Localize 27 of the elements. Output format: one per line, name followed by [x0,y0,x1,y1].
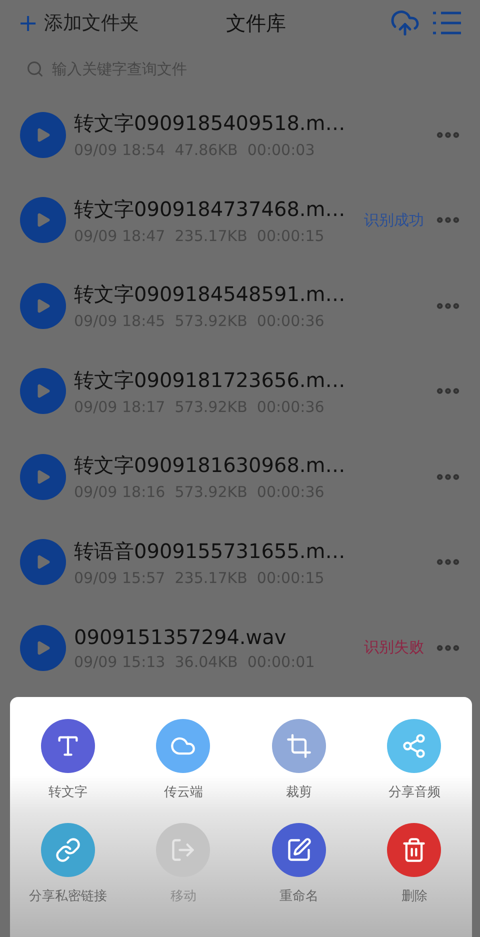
play-button[interactable] [20,368,66,414]
play-button[interactable] [20,282,66,329]
action-label: 重命名 [279,888,318,905]
play-button[interactable] [20,539,66,586]
action-label: 分享音频 [388,784,440,801]
play-button[interactable] [20,454,66,500]
search-icon [26,60,44,78]
file-name: 0909151357294.wav [74,624,288,649]
file-name: 转文字0909181723656.m… [74,366,346,394]
page-title: 文件库 [225,10,287,36]
action-label: 移动 [170,888,196,905]
file-name: 转文字0909185409518.m… [74,110,346,138]
file-name: 转语音0909155731655.m… [74,538,346,565]
file-name: 转文字0909181630968.m… [74,452,346,480]
action-label: 裁剪 [286,784,312,801]
status-label: 识别成功 [364,210,424,230]
file-name: 转文字0909184548591.m… [74,281,346,308]
play-button[interactable] [20,624,66,671]
action-label: 传云端 [164,784,203,801]
action-label: 分享私密链接 [28,888,107,905]
add-folder-button[interactable]: + 添加文件夹 [18,9,168,37]
status-label: 识别失败 [364,638,424,658]
play-button[interactable] [20,112,66,158]
action-label: 转文字 [48,784,88,801]
file-name: 转文字0909184737468.m… [74,196,346,223]
play-button[interactable] [20,197,66,244]
action-label: 删除 [401,888,428,905]
